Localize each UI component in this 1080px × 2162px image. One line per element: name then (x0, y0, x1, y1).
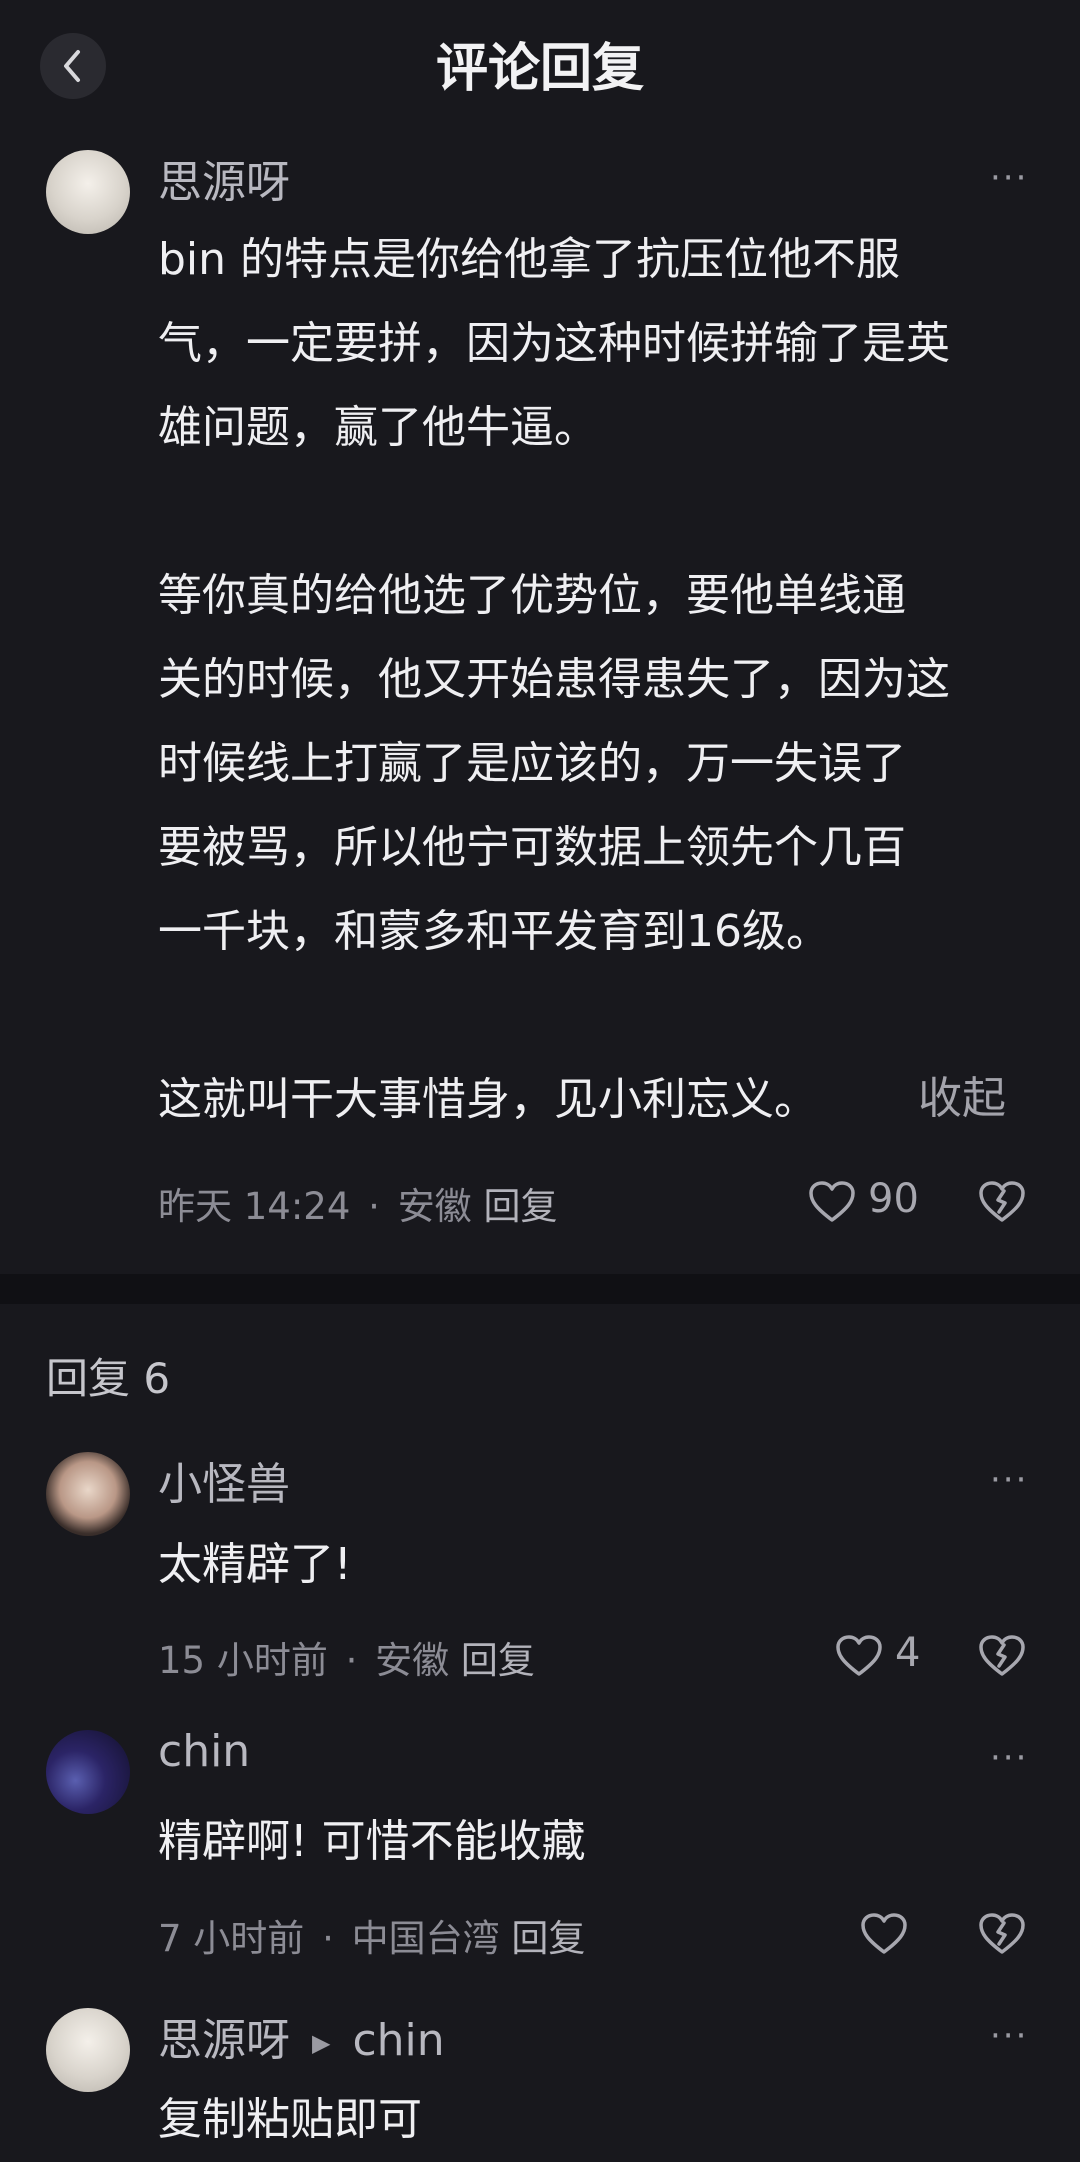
separator: · (322, 1917, 334, 1960)
reply-to-user[interactable]: chin (352, 2015, 444, 2066)
reply-location: 安徽 (375, 1639, 450, 1682)
reply-button[interactable]: 回复 (483, 1185, 557, 1228)
more-options-button[interactable]: ··· (990, 2016, 1028, 2056)
reply-text: 精辟啊! 可惜不能收藏 (158, 1816, 586, 1867)
heart-icon (860, 1912, 908, 1956)
reply-author[interactable]: 思源呀 (158, 2015, 290, 2066)
separator: · (345, 1639, 358, 1682)
comment-location: 安徽 (397, 1185, 472, 1228)
collapse-button[interactable]: 收起 (918, 1062, 1006, 1126)
reply-meta: 15 小时前 · 安徽 回复 (158, 1630, 535, 1684)
dislike-button[interactable] (978, 1634, 1026, 1678)
replies-count-heading: 回复 6 (46, 1354, 171, 1403)
more-options-button[interactable]: ··· (990, 1738, 1028, 1778)
top-bar: 评论回复 (0, 0, 1080, 130)
like-button[interactable] (860, 1912, 908, 1956)
reply-button[interactable]: 回复 (511, 1917, 585, 1960)
comment-text: bin 的特点是你给他拿了抗压位他不服 气，一定要拼，因为这种时候拼输了是英 雄… (158, 234, 950, 1125)
reply-author[interactable]: chin (158, 1726, 250, 1777)
broken-heart-icon (978, 1912, 1026, 1956)
avatar[interactable] (46, 1452, 130, 1536)
dislike-button[interactable] (978, 1912, 1026, 1956)
broken-heart-icon (978, 1180, 1026, 1224)
page-title: 评论回复 (435, 39, 644, 99)
comment-meta: 昨天 14:24 · 安徽 回复 (158, 1176, 557, 1230)
heart-icon (835, 1634, 883, 1678)
separator: · (368, 1185, 380, 1228)
like-button[interactable] (835, 1634, 883, 1678)
more-options-button[interactable]: ··· (990, 1460, 1028, 1500)
reply-time: 7 小时前 (158, 1917, 305, 1960)
more-options-button[interactable]: ··· (990, 158, 1028, 198)
comment-author[interactable]: 思源呀 (158, 146, 290, 210)
reply-text: 太精辟了! (158, 1539, 352, 1590)
reply-author[interactable]: 小怪兽 (158, 1448, 290, 1512)
comment-time: 昨天 14:24 (158, 1185, 351, 1228)
reply-time: 15 小时前 (158, 1639, 328, 1682)
heart-icon (808, 1180, 856, 1224)
avatar[interactable] (46, 1730, 130, 1814)
reply-text: 复制粘贴即可 (158, 2094, 422, 2145)
dislike-button[interactable] (978, 1180, 1026, 1224)
reply-arrow-icon: ▶ (312, 2029, 331, 2057)
like-count: 4 (895, 1630, 921, 1676)
reply-meta: 7 小时前 · 中国台湾 回复 (158, 1908, 585, 1962)
reply-button[interactable]: 回复 (461, 1639, 535, 1682)
like-button[interactable] (808, 1180, 856, 1224)
broken-heart-icon (978, 1634, 1026, 1678)
avatar[interactable] (46, 150, 130, 234)
like-count: 90 (868, 1176, 919, 1222)
section-divider (0, 1274, 1080, 1304)
avatar[interactable] (46, 2008, 130, 2092)
reply-location: 中国台湾 (351, 1917, 500, 1960)
reply-author-line: 思源呀 ▶ chin (158, 2004, 445, 2068)
